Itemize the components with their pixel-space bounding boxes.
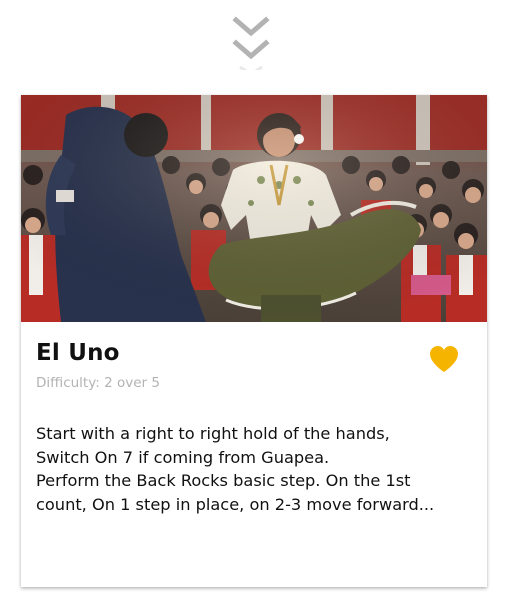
step-description: Start with a right to right hold of the …: [36, 424, 435, 514]
heart-icon: [430, 346, 458, 372]
double-chevron-down-icon: [232, 16, 270, 70]
dance-step-card[interactable]: El Uno Difficulty: 2 over 5 Start with a…: [21, 95, 487, 587]
difficulty-label: Difficulty: 2 over 5: [36, 375, 160, 391]
collapse-toggle-button[interactable]: [228, 12, 274, 70]
favorite-button[interactable]: [429, 345, 459, 373]
card-title: El Uno: [36, 340, 120, 366]
dancer-photo-illustration: [21, 95, 487, 322]
page: El Uno Difficulty: 2 over 5 Start with a…: [0, 0, 508, 595]
card-photo: [21, 95, 487, 322]
